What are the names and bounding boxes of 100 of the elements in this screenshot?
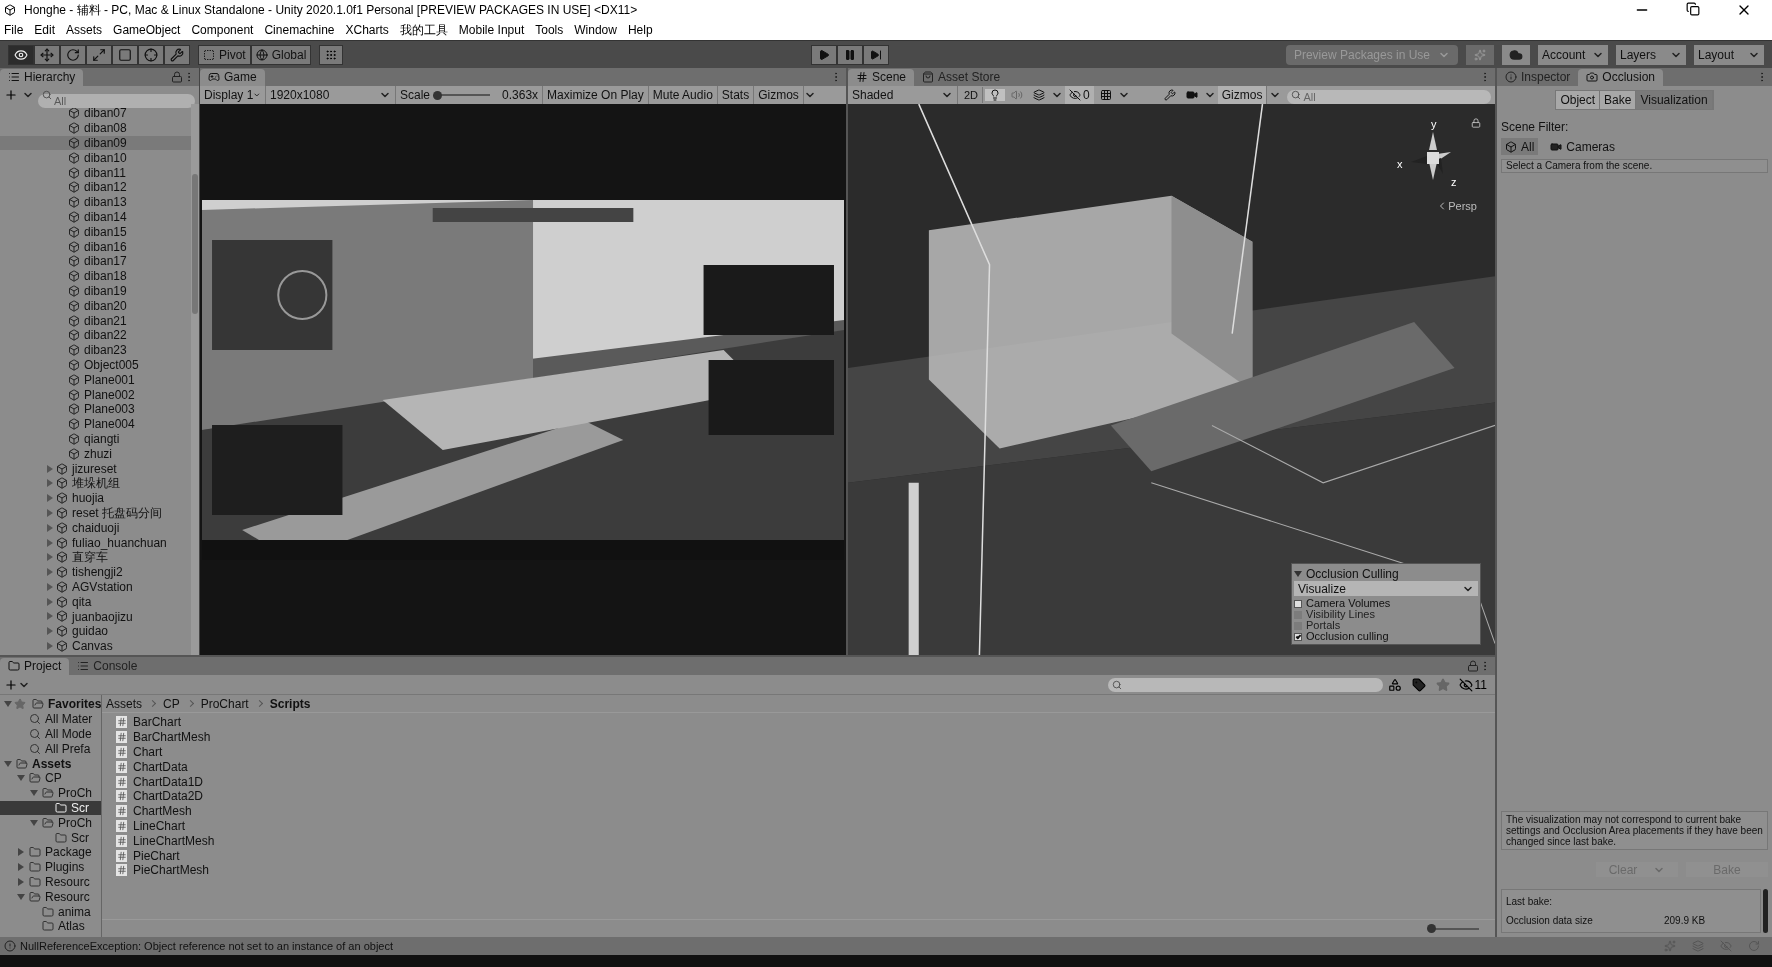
filter-button[interactable]: All [1501,138,1539,155]
menu-item[interactable]: Edit [34,21,56,39]
hierarchy-item[interactable]: diban09 [0,135,191,151]
tree-item[interactable]: Atlas [0,918,101,934]
panel-tab[interactable]: Console [69,657,146,675]
hierarchy-item[interactable]: Canvas [0,638,191,654]
hierarchy-item[interactable]: diban07 [0,106,191,121]
menu-item[interactable]: Window [574,21,617,39]
menu-item[interactable]: File [4,21,24,39]
search-field[interactable]: All [38,94,195,109]
search-field[interactable] [1107,677,1383,692]
tree-item[interactable]: Favorites [0,697,101,712]
tree-item[interactable]: ProCh [0,815,101,831]
tree-item[interactable]: Plugins [0,859,101,875]
global-button[interactable]: Global [250,44,312,65]
lock-icon[interactable] [1471,118,1481,128]
snap-button[interactable] [319,44,344,65]
hierarchy-item[interactable]: diban12 [0,180,191,195]
tree-item[interactable]: Assets [0,756,101,771]
hierarchy-item[interactable]: guidao [0,623,191,639]
restore-icon[interactable] [1686,2,1700,16]
step-button[interactable] [863,44,890,65]
camera-icon[interactable] [1185,89,1198,101]
tree-item[interactable]: Resourc [0,889,101,905]
menu-item[interactable]: Cinemachine [264,21,335,39]
slider-thumb[interactable] [432,90,442,100]
hierarchy-item[interactable]: diban15 [0,224,191,240]
menu-item[interactable]: GameObject [113,21,181,39]
add-icon[interactable] [4,88,18,102]
slider-thumb[interactable] [1427,924,1436,933]
hierarchy-item[interactable]: Plane002 [0,387,191,402]
scale-slider[interactable] [434,90,491,100]
hierarchy-item[interactable]: diban17 [0,253,191,269]
account-dropdown[interactable]: Account [1538,44,1608,65]
expanded-arrow-icon[interactable] [30,819,38,826]
pivot-button[interactable]: Pivot [198,44,251,65]
menu-item[interactable]: Tools [535,21,564,39]
hierarchy-item[interactable]: diban19 [0,283,191,299]
checkbox[interactable] [1294,632,1302,641]
2d-toggle[interactable]: 2D [960,86,984,104]
hierarchy-item[interactable]: AGVstation [0,579,191,595]
hierarchy-item[interactable]: diban20 [0,298,191,314]
breadcrumb-item[interactable]: CP [163,694,180,713]
menu-item[interactable]: XCharts [345,21,389,39]
lighting-toggle[interactable] [985,89,1006,101]
filter-button[interactable]: Cameras [1546,138,1620,155]
mode-dropdown[interactable]: Visualize [1294,581,1478,596]
scrollbar[interactable] [1763,889,1768,933]
cloud-button[interactable] [1502,44,1530,65]
hierarchy-item[interactable]: zhuzi [0,446,191,462]
hierarchy-item[interactable]: diban13 [0,194,191,210]
effects-icon[interactable] [1033,89,1046,101]
hierarchy-item[interactable]: chaiduoji [0,520,191,536]
hierarchy-item[interactable]: diban18 [0,268,191,284]
search-field[interactable]: All [1287,90,1491,105]
hierarchy-item[interactable]: diban14 [0,209,191,225]
tree-item[interactable]: All Prefa [0,741,101,757]
mode-tab[interactable]: Visualization [1636,91,1713,109]
hierarchy-item[interactable]: reset 托盘码分间 [0,505,191,521]
projection-label[interactable]: Persp [1448,198,1477,215]
hierarchy-item[interactable]: Plane003 [0,401,191,417]
hierarchy-item[interactable]: Plane004 [0,416,191,432]
mode-tab[interactable]: Bake [1600,91,1637,109]
menu-item[interactable]: Help [627,21,653,39]
breadcrumb-item[interactable]: Assets [106,694,142,713]
add-icon[interactable] [4,677,18,692]
hierarchy-item[interactable]: 堆垛机组 [0,475,191,491]
breadcrumb-item[interactable]: ProChart [200,694,249,713]
hierarchy-item[interactable]: fuliao_huanchuan [0,535,191,550]
mode-tab[interactable]: Object [1556,91,1601,109]
panel-tab[interactable]: Scene [848,68,915,86]
pause-button[interactable] [837,44,864,65]
checkbox[interactable] [1294,599,1302,608]
menu-item[interactable]: Mobile Input [458,21,525,39]
tree-item[interactable]: All Mater [0,711,101,727]
panel-tab[interactable]: Inspector [1497,68,1579,86]
panel-tab[interactable]: Project [0,657,70,675]
gizmos-button[interactable]: Gizmos [1217,86,1268,104]
tree-item[interactable]: anima [0,904,101,919]
play-button[interactable] [811,44,838,65]
hierarchy-item[interactable]: diban21 [0,313,191,328]
panel-tab[interactable]: Asset Store [914,68,1009,86]
hierarchy-item[interactable]: diban23 [0,342,191,358]
hierarchy-item[interactable]: tishengji2 [0,564,191,580]
hierarchy-item[interactable]: diban16 [0,239,191,254]
panel-tab[interactable]: Occlusion [1578,68,1664,86]
tree-item[interactable]: Package [0,844,101,860]
tool-button[interactable] [8,44,34,65]
hierarchy-item[interactable]: Object005 [0,357,191,373]
hierarchy-item[interactable]: huojia [0,490,191,506]
tree-item[interactable]: CP [0,771,101,786]
hierarchy-item[interactable]: jizureset [0,461,191,476]
hierarchy-item[interactable]: juanbaojizu [0,609,191,624]
scrollbar[interactable] [191,104,199,655]
hierarchy-item[interactable]: 直穿车 [0,549,191,565]
panel-tab[interactable]: Hierarchy [0,68,84,86]
tools-icon[interactable] [1163,89,1176,101]
grid-icon[interactable] [1099,89,1112,101]
hierarchy-item[interactable]: diban08 [0,120,191,136]
hierarchy-item[interactable]: qita [0,594,191,610]
